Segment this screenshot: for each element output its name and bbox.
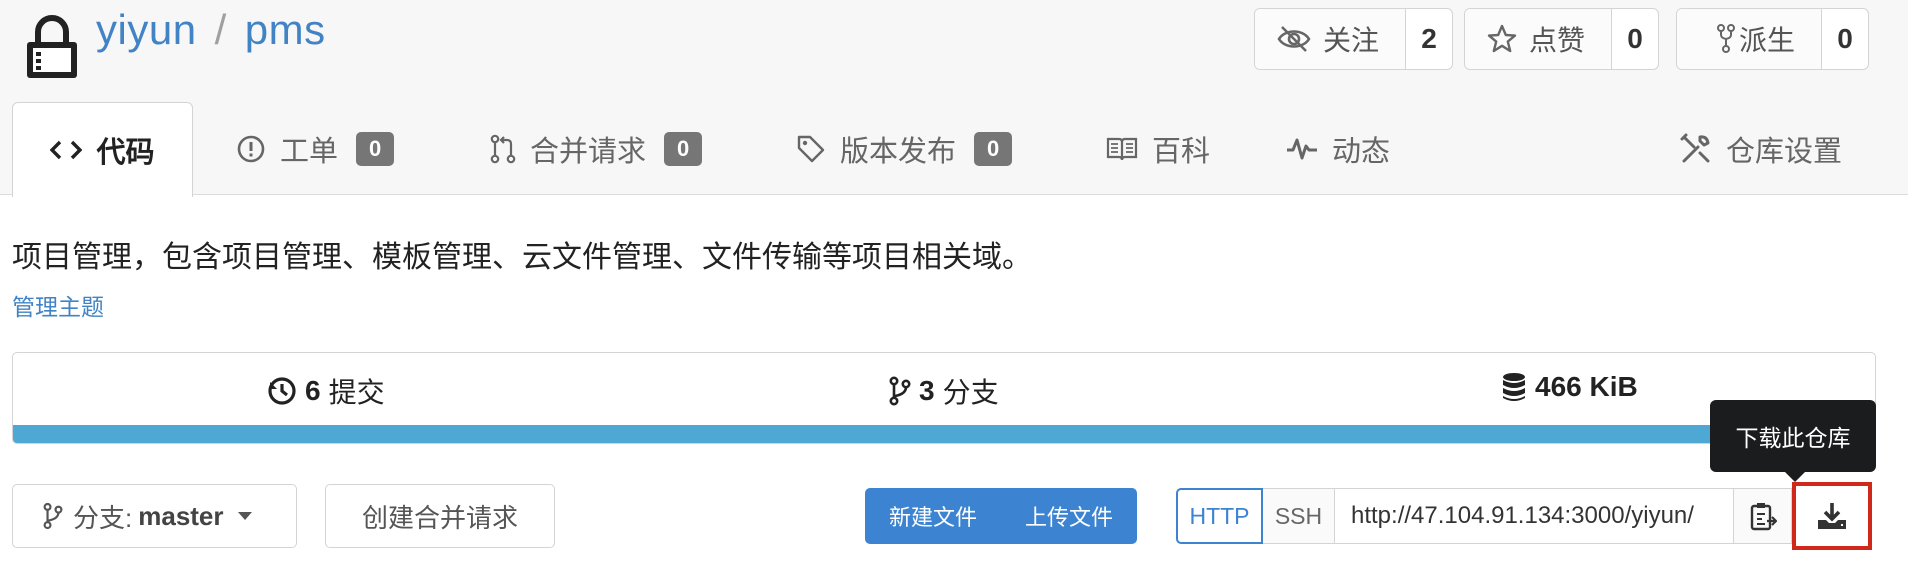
repo-owner-link[interactable]: yiyun: [96, 6, 197, 53]
star-label: 点赞: [1529, 25, 1586, 56]
repo-separator: /: [214, 6, 227, 53]
fork-group: 派生 0: [1676, 8, 1870, 70]
tab-releases[interactable]: 版本发布 0: [796, 102, 1013, 196]
tab-pull-requests-label: 合并请求: [530, 136, 647, 168]
repo-name-link[interactable]: pms: [245, 6, 326, 53]
repo-stats-bar: 6 提交 3 分支 466 KiB: [12, 352, 1876, 444]
new-file-button[interactable]: 新建文件: [865, 488, 1001, 544]
manage-topics-link[interactable]: 管理主题: [12, 288, 104, 322]
download-tooltip: 下载此仓库: [1710, 400, 1876, 482]
watch-label: 关注: [1323, 25, 1380, 56]
caret-down-icon: [237, 512, 252, 520]
clipboard-icon: [1750, 503, 1777, 531]
fork-icon: [1717, 24, 1735, 53]
branches-label: 分支: [942, 377, 999, 408]
tab-settings-label: 仓库设置: [1726, 136, 1843, 168]
branches-count: 3: [919, 375, 935, 406]
language-bar[interactable]: [13, 425, 1875, 443]
code-icon: [50, 140, 83, 160]
eye-slash-icon: [1277, 26, 1311, 52]
star-button[interactable]: 点赞: [1465, 9, 1613, 69]
commits-label: 提交: [328, 377, 385, 408]
branch-icon: [889, 376, 911, 406]
releases-count-badge: 0: [974, 132, 1013, 166]
book-icon: [1106, 137, 1138, 161]
issue-icon: [237, 135, 265, 163]
tab-issues-label: 工单: [280, 136, 339, 168]
upload-file-button[interactable]: 上传文件: [1001, 488, 1137, 544]
watch-group: 关注 2: [1254, 8, 1454, 70]
branch-name: master: [138, 500, 224, 531]
commits-stat[interactable]: 6 提交: [267, 371, 385, 411]
download-icon: [1818, 503, 1846, 529]
branch-dropdown[interactable]: 分支: master: [12, 484, 297, 548]
fork-label: 派生: [1739, 25, 1796, 56]
issues-count-badge: 0: [356, 132, 395, 166]
tag-icon: [797, 135, 825, 163]
tab-activity-label: 动态: [1332, 136, 1391, 168]
repo-size: 466 KiB: [1535, 371, 1638, 402]
http-protocol-button[interactable]: HTTP: [1176, 488, 1263, 544]
branches-stat[interactable]: 3 分支: [889, 371, 999, 411]
star-count[interactable]: 0: [1612, 9, 1658, 69]
tab-wiki[interactable]: 百科: [1106, 102, 1210, 196]
tab-pull-requests[interactable]: 合并请求 0: [490, 102, 703, 196]
repo-description: 项目管理，包含项目管理、模板管理、云文件管理、文件传输等项目相关域。: [12, 241, 1032, 274]
commits-count: 6: [305, 375, 321, 406]
fork-button[interactable]: 派生: [1677, 9, 1823, 69]
pulse-icon: [1287, 138, 1317, 160]
copy-url-button[interactable]: [1734, 488, 1792, 544]
watch-button[interactable]: 关注: [1255, 9, 1407, 69]
new-pull-request-button[interactable]: 创建合并请求: [325, 484, 555, 548]
fork-count[interactable]: 0: [1822, 9, 1868, 69]
branch-prefix: 分支:: [73, 502, 133, 533]
tab-activity[interactable]: 动态: [1286, 102, 1390, 196]
repo-header: yiyun / pms 关注 2 点赞 0 派生 0 代码 工单 0 合并请求 …: [0, 0, 1908, 197]
database-icon: [1503, 373, 1525, 401]
size-stat: 466 KiB: [1501, 371, 1646, 403]
repo-tabs: 代码 工单 0 合并请求 0 版本发布 0 百科 动态 仓库设置: [0, 102, 1908, 197]
tab-code-label: 代码: [96, 137, 155, 169]
tab-settings[interactable]: 仓库设置: [1680, 102, 1842, 196]
history-icon: [268, 377, 296, 405]
repo-title: yiyun / pms: [96, 6, 326, 54]
file-actions: 新建文件 上传文件: [865, 488, 1137, 544]
branch-icon: [43, 502, 63, 530]
clone-panel: HTTP SSH http://47.104.91.134:3000/yiyun…: [1176, 488, 1792, 544]
ssh-protocol-button[interactable]: SSH: [1263, 488, 1335, 544]
star-icon: [1487, 24, 1517, 53]
download-repo-button[interactable]: [1792, 482, 1872, 550]
clone-url-input[interactable]: http://47.104.91.134:3000/yiyun/: [1335, 488, 1734, 544]
star-group: 点赞 0: [1464, 8, 1660, 70]
tab-issues[interactable]: 工单 0: [236, 102, 395, 196]
tools-icon: [1680, 133, 1710, 163]
tab-code[interactable]: 代码: [12, 102, 193, 197]
tab-wiki-label: 百科: [1152, 136, 1211, 168]
pull-request-icon: [490, 134, 516, 164]
lock-icon: [27, 15, 77, 78]
pull-requests-count-badge: 0: [664, 132, 703, 166]
tab-releases-label: 版本发布: [840, 136, 957, 168]
watch-count[interactable]: 2: [1406, 9, 1452, 69]
